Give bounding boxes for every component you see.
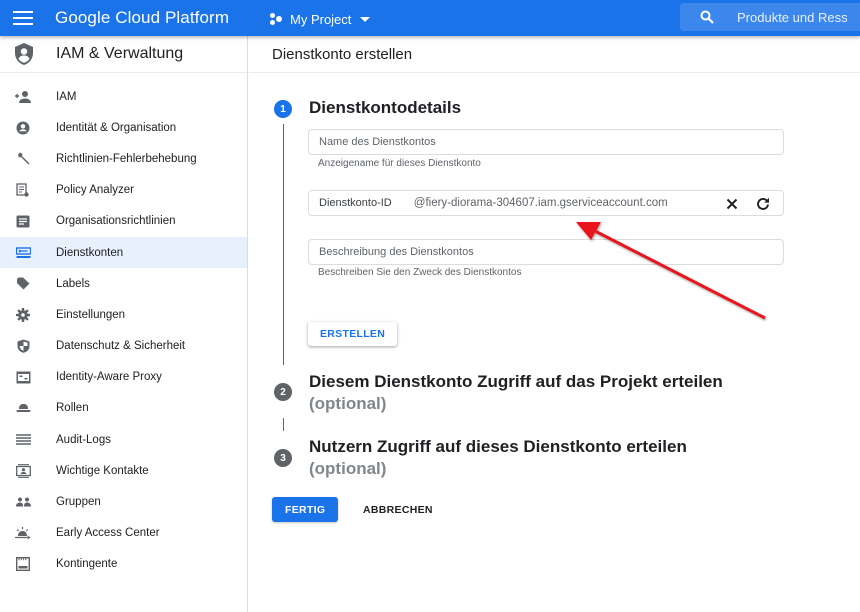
clear-icon[interactable] xyxy=(726,198,738,210)
id-input-suffix: @fiery-diorama-304607.iam.gserviceaccoun… xyxy=(413,197,668,209)
step-connector-line xyxy=(283,124,284,365)
project-name: My Project xyxy=(290,11,352,27)
sidebar-header: IAM & Verwaltung xyxy=(0,36,247,73)
sidebar-item-privacy-security[interactable]: Datenschutz & Sicherheit xyxy=(0,331,247,362)
sidebar-item-label: Gruppen xyxy=(56,496,101,509)
sidebar-item-label: Audit-Logs xyxy=(56,433,111,446)
sidebar-item-labels[interactable]: Labels xyxy=(0,268,247,299)
list-alt-icon xyxy=(14,212,32,230)
person-add-icon xyxy=(14,88,32,106)
create-button[interactable]: ERSTELLEN xyxy=(308,322,398,346)
sidebar-item-label: Wichtige Kontakte xyxy=(56,464,149,477)
sidebar-item-label: Kontingente xyxy=(56,558,118,571)
description-input-hint: Beschreiben Sie den Zweck des Dienstkont… xyxy=(318,267,522,278)
step-2-title[interactable]: Diesem Dienstkonto Zugriff auf das Proje… xyxy=(309,372,723,392)
step-3-optional: (optional) xyxy=(309,459,387,478)
sidebar-item-policy-analyzer[interactable]: Policy Analyzer xyxy=(0,175,247,206)
page-title: Dienstkonto erstellen xyxy=(272,45,413,63)
service-account-description-input[interactable]: Beschreibung des Dienstkontos xyxy=(308,239,784,265)
lines-icon xyxy=(14,431,32,449)
sidebar-item-service-accounts[interactable]: Dienstkonten xyxy=(0,236,247,269)
step-2-badge: 2 xyxy=(274,383,292,401)
proxy-icon xyxy=(14,368,32,386)
sidebar-item-label: Early Access Center xyxy=(56,527,160,540)
sidebar-item-label: Organisationsrichtlinien xyxy=(56,215,176,228)
sidebar-item-identity-organisation[interactable]: Identität & Organisation xyxy=(0,112,247,143)
description-input-placeholder: Beschreibung des Dienstkontos xyxy=(319,246,474,258)
shield-icon xyxy=(14,337,32,355)
sidebar-item-identity-aware-proxy[interactable]: Identity-Aware Proxy xyxy=(0,362,247,393)
sidebar-title: IAM & Verwaltung xyxy=(56,45,184,62)
step-2-optional: (optional) xyxy=(309,394,387,413)
search-placeholder: Produkte und Ress xyxy=(737,9,848,25)
gear-icon xyxy=(14,306,32,324)
sidebar-item-label: Identity-Aware Proxy xyxy=(56,371,162,384)
chevron-down-icon xyxy=(360,16,371,22)
search-icon xyxy=(700,10,714,24)
service-account-id-input[interactable]: Dienstkonto-ID @fiery-diorama-304607.iam… xyxy=(308,190,784,216)
iam-shield-icon xyxy=(15,43,33,65)
quota-icon xyxy=(14,555,32,573)
sidebar-nav: IAM Identität & Organisation Richtlinien… xyxy=(0,73,247,580)
refresh-icon[interactable] xyxy=(756,197,770,211)
sidebar-item-essential-contacts[interactable]: Wichtige Kontakte xyxy=(0,455,247,486)
project-selector[interactable]: My Project xyxy=(270,10,371,28)
sidebar: IAM & Verwaltung IAM Identität & Organis… xyxy=(0,36,248,612)
sidebar-item-label: Einstellungen xyxy=(56,308,126,321)
step-3-title[interactable]: Nutzern Zugriff auf dieses Dienstkonto e… xyxy=(309,437,687,457)
done-button[interactable]: FERTIG xyxy=(272,497,339,522)
sidebar-item-policy-troubleshooter[interactable]: Richtlinien-Fehlerbehebung xyxy=(0,143,247,174)
sidebar-item-label: Richtlinien-Fehlerbehebung xyxy=(56,152,197,165)
label-tag-icon xyxy=(14,275,32,293)
app-title[interactable]: Google Cloud Platform xyxy=(55,8,229,28)
page-header: Dienstkonto erstellen xyxy=(249,36,860,73)
contact-card-icon xyxy=(14,462,32,480)
id-input-label: Dienstkonto-ID xyxy=(319,197,392,209)
sidebar-item-label: IAM xyxy=(56,90,77,103)
sidebar-item-label: Identität & Organisation xyxy=(56,121,177,134)
sidebar-item-label: Labels xyxy=(56,277,90,290)
sidebar-item-quotas[interactable]: Kontingente xyxy=(0,549,247,580)
sidebar-item-settings[interactable]: Einstellungen xyxy=(0,299,247,330)
sidebar-item-roles[interactable]: Rollen xyxy=(0,393,247,424)
sidebar-item-label: Dienstkonten xyxy=(56,246,124,259)
sidebar-item-early-access-center[interactable]: Early Access Center xyxy=(0,518,247,549)
sidebar-item-organisation-policies[interactable]: Organisationsrichtlinien xyxy=(0,206,247,237)
step-1-title: Dienstkontodetails xyxy=(309,98,462,117)
main-content: Dienstkonto erstellen 1 Dienstkontodetai… xyxy=(249,36,860,612)
service-account-icon xyxy=(14,244,32,262)
wrench-icon xyxy=(14,150,32,168)
service-account-name-input[interactable]: Name des Dienstkontos xyxy=(308,129,784,155)
hat-icon xyxy=(14,399,32,417)
group-icon xyxy=(14,493,32,511)
step-3-badge: 3 xyxy=(274,449,292,467)
top-app-bar: Google Cloud Platform My Project Produkt… xyxy=(0,0,860,36)
sidebar-item-groups[interactable]: Gruppen xyxy=(0,486,247,517)
search-bar[interactable]: Produkte und Ress xyxy=(680,3,860,31)
account-circle-icon xyxy=(14,119,32,137)
step-1-badge: 1 xyxy=(274,100,292,118)
sidebar-item-label: Rollen xyxy=(56,402,89,415)
sidebar-item-audit-logs[interactable]: Audit-Logs xyxy=(0,424,247,455)
project-dots-icon xyxy=(270,13,284,25)
hamburger-menu-icon[interactable] xyxy=(13,11,33,25)
sidebar-item-iam[interactable]: IAM xyxy=(0,81,247,112)
name-input-placeholder: Name des Dienstkontos xyxy=(319,136,436,148)
cancel-button[interactable]: ABBRECHEN xyxy=(353,497,443,522)
sunrise-icon xyxy=(14,524,32,542)
name-input-hint: Anzeigename für dieses Dienstkonto xyxy=(318,158,481,169)
sidebar-item-label: Policy Analyzer xyxy=(56,184,134,197)
step-connector-line xyxy=(283,418,284,431)
sidebar-item-label: Datenschutz & Sicherheit xyxy=(56,340,186,353)
policy-analyzer-icon xyxy=(14,181,32,199)
